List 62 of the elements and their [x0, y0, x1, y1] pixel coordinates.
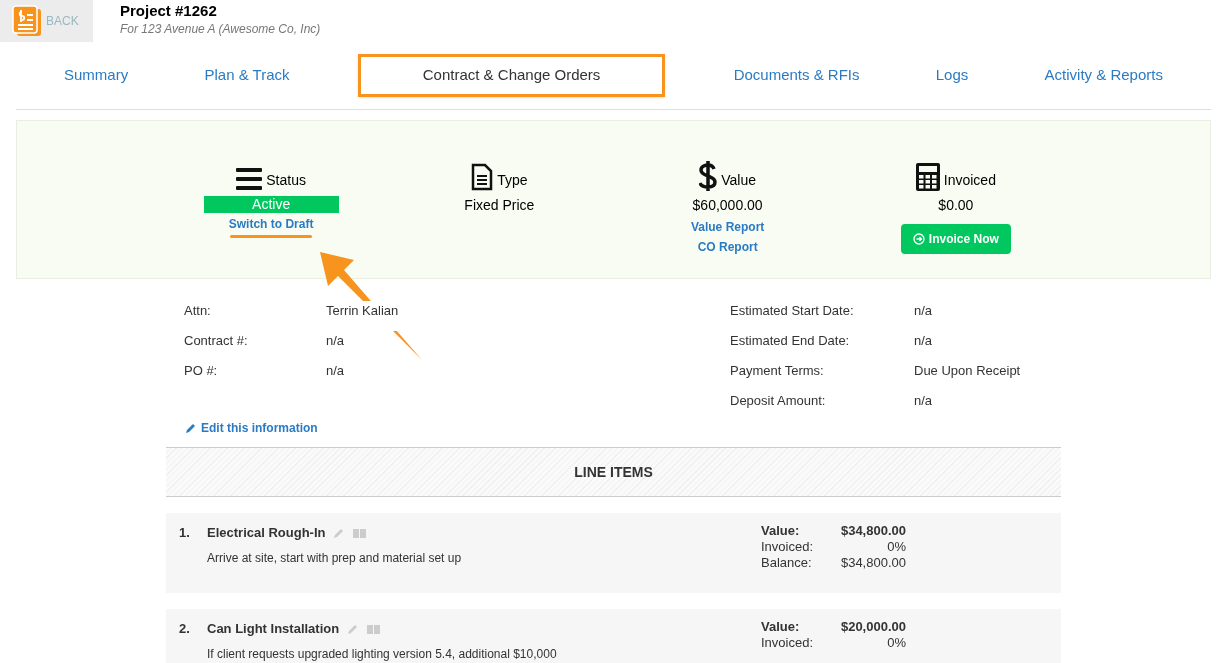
report-link[interactable]: CO Report [697, 238, 758, 256]
amount-value: 0% [887, 635, 906, 651]
amount-value: 0% [887, 539, 906, 555]
invoice-icon [12, 5, 42, 37]
nav-tab[interactable]: Contract & Change Orders [357, 54, 666, 97]
document-icon [471, 163, 494, 191]
calculator-icon [915, 163, 940, 191]
detail-label: Attn: [184, 302, 212, 320]
detail-value: n/a [914, 332, 933, 350]
detail-value: n/a [914, 392, 933, 410]
summary-label: Status [266, 171, 306, 190]
amount-label: Invoiced: [761, 539, 815, 555]
detail-value: Terrin Kalian [326, 301, 399, 331]
summary-label: Value [721, 171, 756, 190]
summary-label: Invoiced [943, 171, 996, 190]
nav-tab[interactable]: Summary [56, 64, 137, 87]
pencil-icon[interactable] [347, 622, 360, 635]
amount-label: Balance: [761, 555, 813, 571]
item-number: 2. [179, 620, 191, 638]
project-title: Project #1262 [120, 1, 218, 20]
amount-value: $34,800.00 [840, 555, 906, 571]
report-link[interactable]: Value Report [690, 218, 765, 236]
amount-value: $34,800.00 [840, 523, 906, 539]
item-description: If client requests upgraded lighting version 5.4, additional $10,000 [206, 645, 558, 663]
amount-label: Value: [761, 619, 801, 635]
section-header: LINE ITEMS [166, 447, 1061, 497]
summary-value: Fixed Price [464, 196, 535, 215]
project-subtitle: For 123 Avenue A (Awesome Co, Inc) [120, 21, 321, 38]
detail-label: Estimated Start Date: [730, 302, 855, 320]
amount-value: $20,000.00 [840, 619, 906, 635]
nav-tab[interactable]: Documents & RFIs [725, 64, 868, 87]
detail-label: PO #: [184, 362, 219, 380]
report-link[interactable]: Switch to Draft [228, 215, 314, 233]
book-icon[interactable] [367, 623, 381, 634]
pencil-icon [185, 422, 197, 434]
summary-value: $0.00 [938, 196, 974, 215]
detail-value: n/a [326, 362, 345, 380]
summary-label: Type [497, 171, 528, 190]
arrow-circle-icon [912, 233, 925, 245]
item-name: Electrical Rough-In [207, 524, 326, 542]
amount-label: Invoiced: [761, 635, 815, 651]
nav-tab[interactable]: Logs [927, 64, 977, 87]
edit-link[interactable]: Edit this information [185, 419, 318, 437]
status-badge: Active [203, 196, 339, 213]
summary-value: $60,000.00 [692, 196, 763, 215]
nav-tab[interactable]: Activity & Reports [1036, 64, 1171, 87]
item-number: 1. [179, 524, 191, 542]
detail-label: Payment Terms: [730, 362, 825, 380]
dollar-icon [699, 161, 718, 191]
detail-label: Estimated End Date: [730, 332, 851, 350]
item-name: Can Light Installation [207, 620, 340, 638]
pencil-icon[interactable] [333, 526, 346, 539]
detail-value: n/a [326, 332, 345, 350]
detail-label: Deposit Amount: [730, 392, 827, 410]
detail-value: n/a [914, 302, 933, 320]
amount-label: Value: [761, 523, 801, 539]
nav-tab[interactable]: Plan & Track [196, 64, 298, 87]
menu-icon [236, 167, 263, 191]
detail-label: Contract #: [184, 332, 249, 350]
item-description: Arrive at site, start with prep and material set up [206, 549, 463, 567]
book-icon[interactable] [353, 527, 367, 538]
detail-value: Due Upon Receipt [914, 362, 1021, 380]
